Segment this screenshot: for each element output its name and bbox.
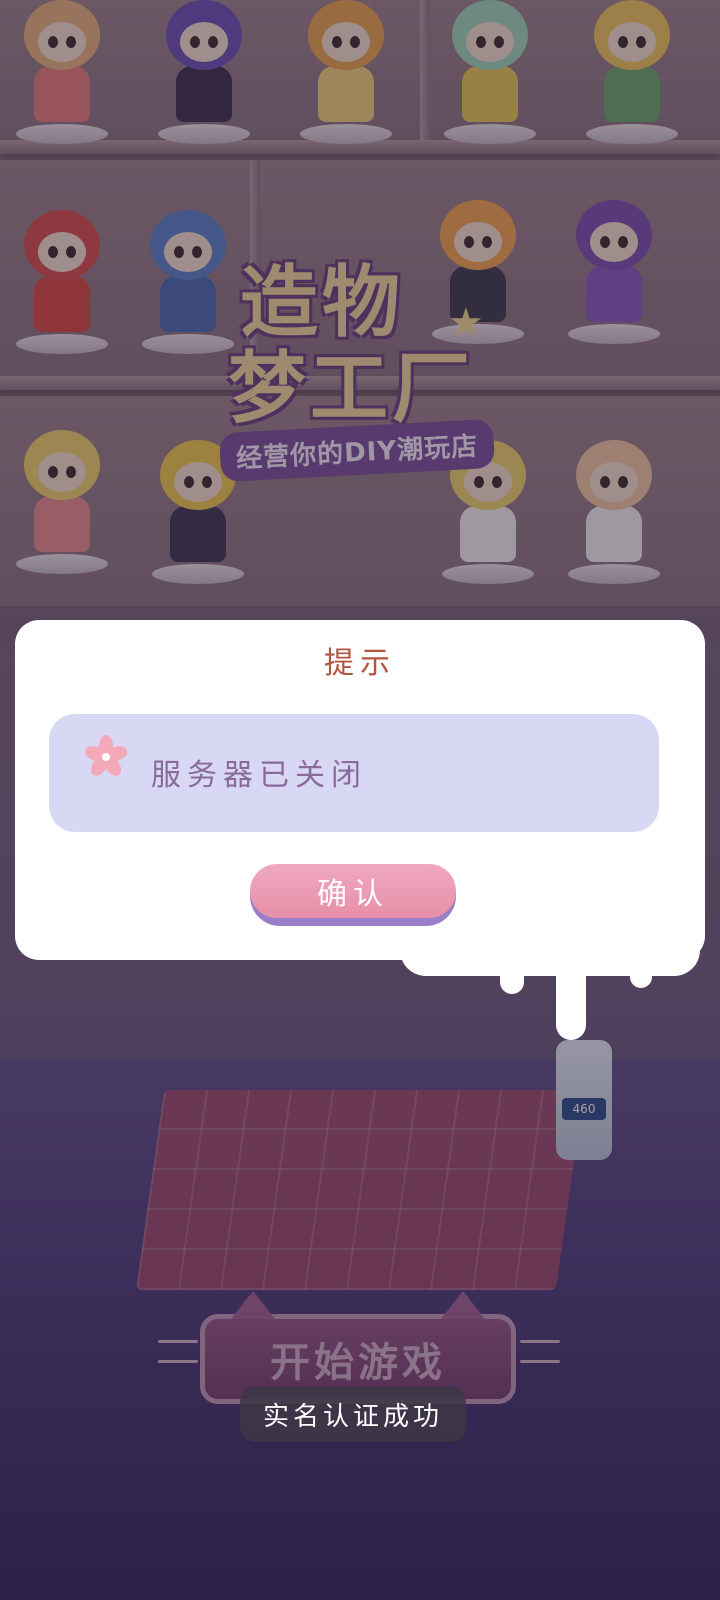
dialog-drip — [500, 960, 524, 994]
dialog-title: 提示 — [324, 646, 396, 681]
confirm-label: 确认 — [250, 864, 456, 918]
dialog-drip — [400, 950, 700, 976]
alert-dialog: 提示 服务器已关闭 确认 — [15, 620, 705, 960]
dialog-drip — [630, 958, 652, 988]
flower-icon — [84, 735, 128, 776]
message-box: 服务器已关闭 — [49, 714, 659, 832]
dialog-message: 服务器已关闭 — [151, 758, 367, 793]
toast-message: 实名认证成功 — [240, 1386, 466, 1442]
dialog-drip — [556, 960, 586, 1040]
confirm-button[interactable]: 确认 — [250, 864, 456, 926]
